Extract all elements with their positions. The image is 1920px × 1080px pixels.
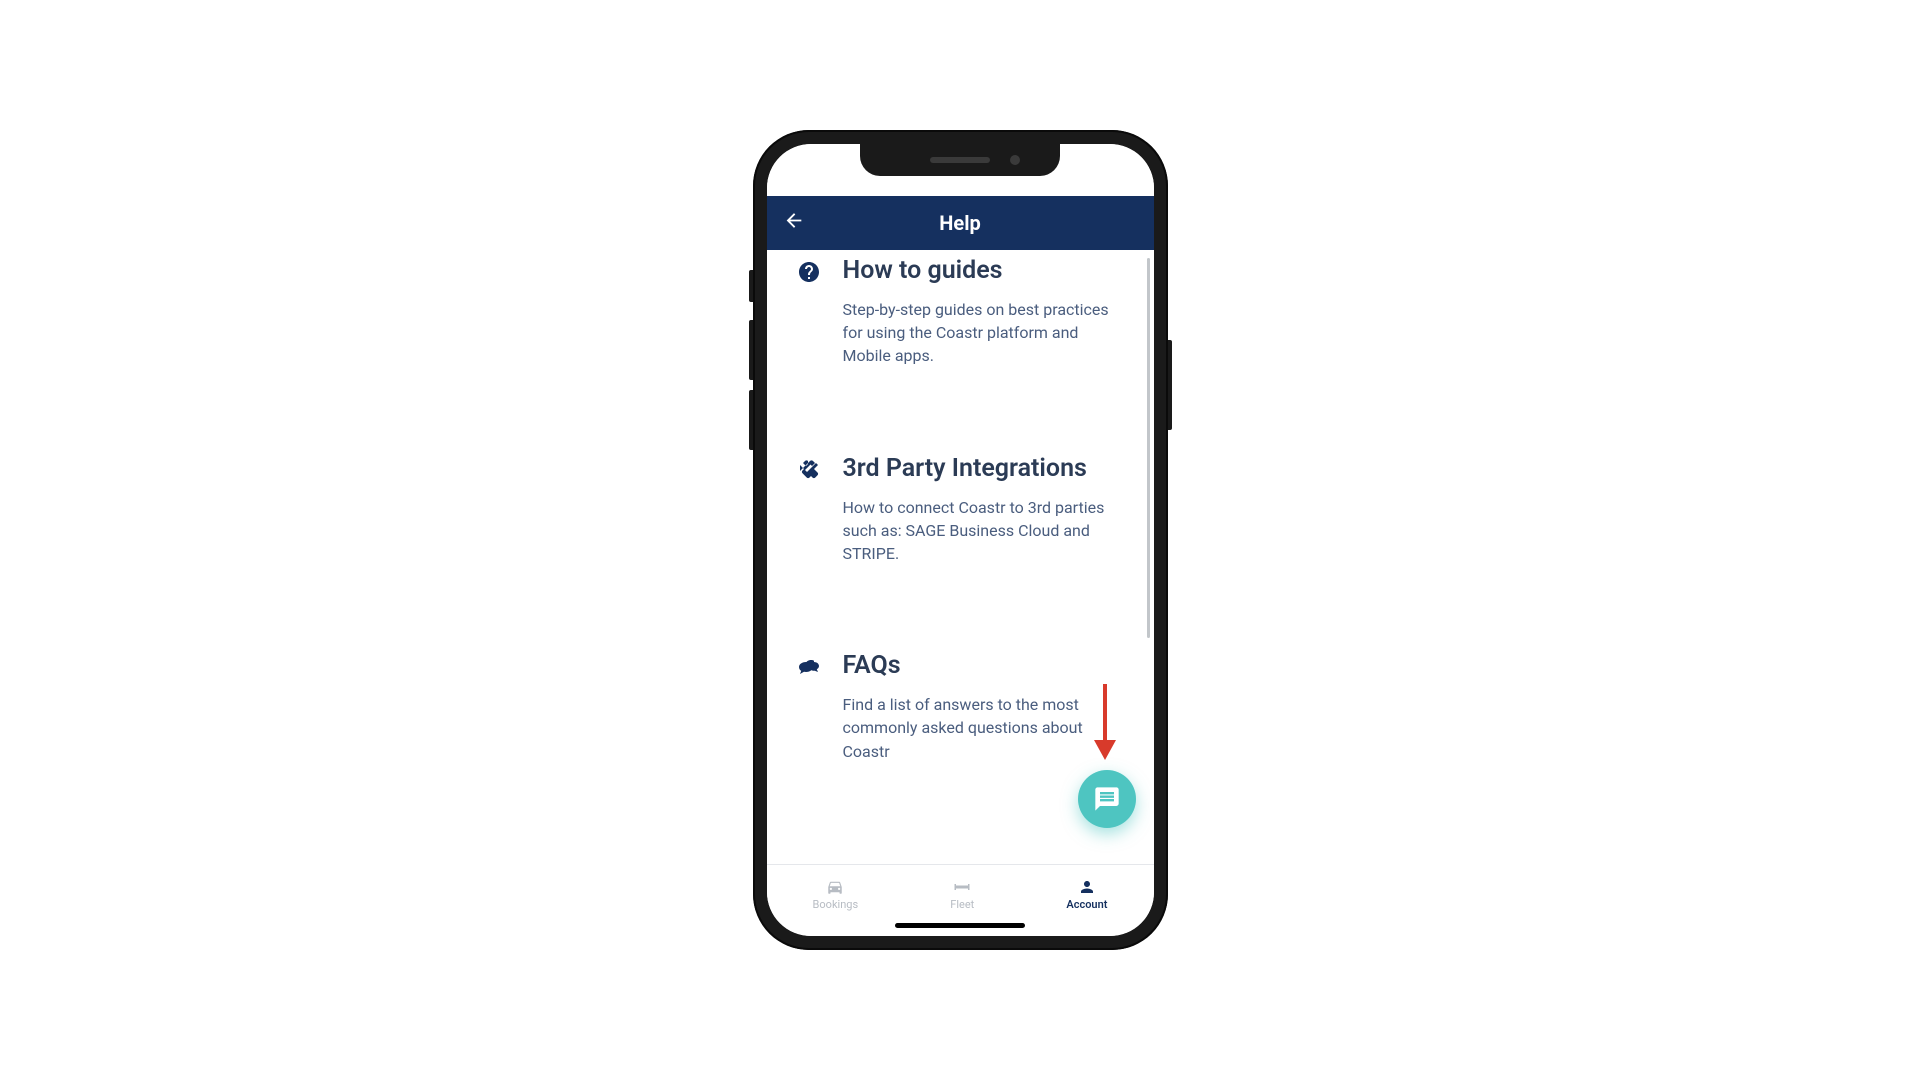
section-title: How to guides <box>843 256 1126 286</box>
nav-label: Fleet <box>950 898 974 911</box>
fleet-icon <box>951 878 973 896</box>
arrow-left-icon <box>783 210 805 232</box>
section-text: 3rd Party Integrations How to connect Co… <box>843 454 1136 566</box>
nav-fleet[interactable]: Fleet <box>950 878 974 911</box>
nav-bookings[interactable]: Bookings <box>813 878 859 911</box>
section-text: How to guides Step-by-step guides on bes… <box>843 256 1136 368</box>
phone-frame: Help How to guides Step-by-step guides o… <box>753 130 1168 950</box>
help-section-faqs[interactable]: FAQs Find a list of answers to the most … <box>795 645 1136 773</box>
back-button[interactable] <box>783 210 805 237</box>
notch <box>860 144 1060 176</box>
speaker <box>930 157 990 163</box>
person-icon <box>1076 878 1098 896</box>
handshake-icon <box>795 454 823 566</box>
car-icon <box>824 878 846 896</box>
section-desc: Step-by-step guides on best practices fo… <box>843 298 1126 368</box>
front-camera <box>1010 155 1020 165</box>
nav-label: Bookings <box>813 898 859 911</box>
volume-down-button <box>749 390 753 450</box>
nav-account[interactable]: Account <box>1066 878 1107 911</box>
annotation-arrow <box>1090 682 1120 766</box>
question-circle-icon <box>795 256 823 368</box>
section-desc: Find a list of answers to the most commo… <box>843 693 1126 763</box>
scroll-indicator[interactable] <box>1147 258 1150 638</box>
nav-label: Account <box>1066 898 1107 911</box>
chat-fab[interactable] <box>1078 770 1136 828</box>
chat-icon <box>795 651 823 763</box>
home-indicator[interactable] <box>895 923 1025 928</box>
section-title: 3rd Party Integrations <box>843 454 1126 484</box>
help-section-how-to-guides[interactable]: How to guides Step-by-step guides on bes… <box>795 250 1136 448</box>
section-desc: How to connect Coastr to 3rd parties suc… <box>843 496 1126 566</box>
help-section-integrations[interactable]: 3rd Party Integrations How to connect Co… <box>795 448 1136 646</box>
power-button <box>1168 340 1172 430</box>
section-title: FAQs <box>843 651 1126 681</box>
screen: Help How to guides Step-by-step guides o… <box>767 144 1154 936</box>
stage: Help How to guides Step-by-step guides o… <box>0 0 1920 1080</box>
volume-up-button <box>749 320 753 380</box>
page-title: Help <box>939 211 980 235</box>
chat-bubble-icon <box>1093 785 1121 813</box>
app-header: Help <box>767 196 1154 250</box>
